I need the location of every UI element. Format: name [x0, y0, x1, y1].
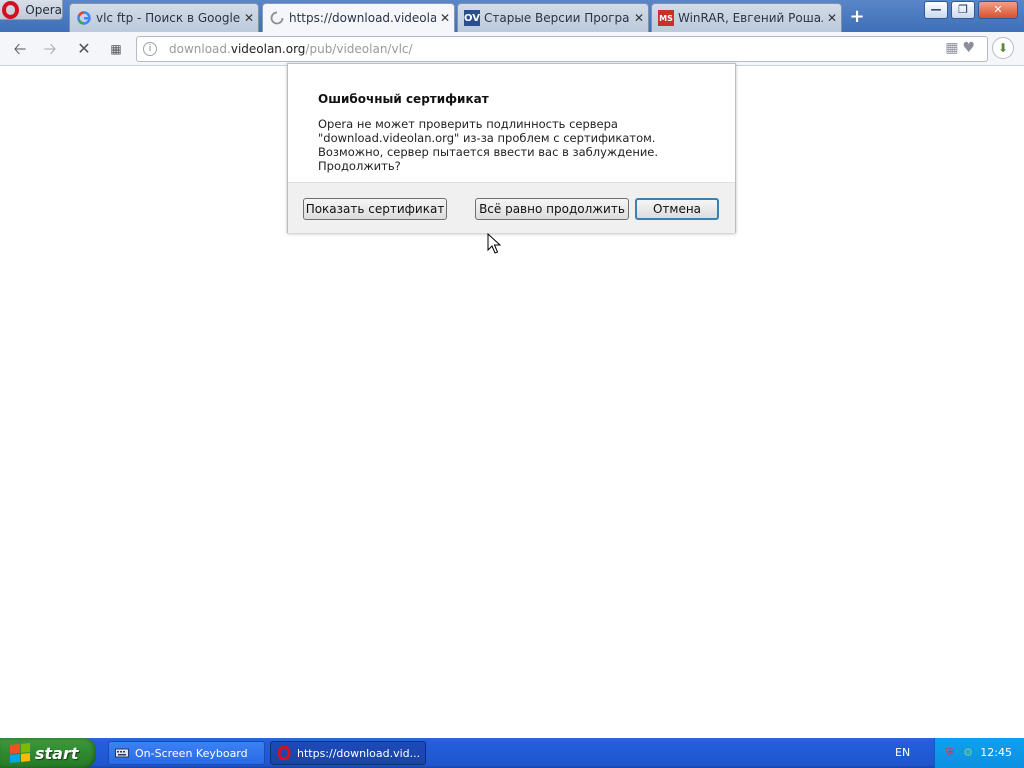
stop-button[interactable]: ✕ [72, 37, 96, 61]
tab-google-search[interactable]: vlc ftp - Поиск в Google ✕ [69, 3, 259, 32]
url-host-prefix: download. [169, 42, 231, 56]
show-certificate-button[interactable]: Показать сертификат [303, 198, 447, 220]
taskbar-item-label: On-Screen Keyboard [135, 746, 248, 760]
download-icon: ⬇ [997, 41, 1009, 55]
start-label: start [35, 743, 79, 763]
taskbar-item-keyboard[interactable]: On-Screen Keyboard [108, 741, 265, 765]
tab-bar: Opera vlc ftp - Поиск в Google ✕ https:/… [0, 0, 1024, 32]
forward-arrow-icon: 🡢 [43, 39, 57, 58]
opera-menu-label: Opera [25, 2, 62, 17]
close-icon[interactable]: ✕ [240, 11, 258, 25]
opera-menu-button[interactable]: Opera [0, 0, 63, 20]
tab-videolan[interactable]: https://download.videolan ✕ [262, 3, 455, 32]
navigation-bar: 🡠 🡢 ✕ ▦ i download.videolan.org/pub/vide… [0, 32, 1024, 66]
mouse-cursor-icon [487, 233, 501, 254]
grid-view-icon[interactable]: ▦ [945, 40, 962, 56]
taskbar-item-label: https://download.vid... [297, 746, 421, 760]
minimize-button[interactable]: — [924, 1, 948, 19]
taskbar: start On-Screen Keyboard https://downloa… [0, 738, 1024, 768]
close-window-button[interactable]: ✕ [978, 1, 1018, 19]
speed-dial-button[interactable]: ▦ [104, 37, 128, 61]
taskbar-item-opera[interactable]: https://download.vid... [270, 741, 426, 765]
windows-logo-icon [10, 742, 30, 764]
url-path: /pub/videolan/vlc/ [305, 42, 413, 56]
back-arrow-icon: 🡠 [13, 39, 27, 58]
close-icon[interactable]: ✕ [436, 11, 454, 25]
cancel-button[interactable]: Отмена [635, 198, 719, 220]
tab-title: https://download.videolan [289, 11, 436, 25]
dialog-footer: Показать сертификат Всё равно продолжить… [288, 182, 735, 233]
back-button[interactable]: 🡠 [8, 37, 32, 61]
google-icon [76, 10, 92, 26]
system-tray: ⛨ ⚙ 12:45 [934, 738, 1024, 768]
url-host: videolan.org [230, 42, 306, 56]
tab-title: vlc ftp - Поиск в Google [96, 11, 240, 25]
download-button[interactable]: ⬇ [992, 37, 1014, 59]
restore-icon: ❐ [958, 3, 968, 16]
continue-anyway-button[interactable]: Всё равно продолжить [475, 198, 629, 220]
shield-icon[interactable]: ⛨ [943, 746, 957, 760]
address-bar-actions: ▦♥ [945, 40, 979, 56]
dialog-title: Ошибочный сертификат [318, 92, 489, 106]
new-tab-button[interactable]: + [846, 6, 868, 28]
close-icon[interactable]: ✕ [823, 11, 841, 25]
opera-icon [277, 745, 291, 761]
url-text: download.videolan.org/pub/videolan/vlc/ [169, 42, 413, 56]
loading-spinner-icon [269, 10, 285, 26]
tab-title: Старые Версии Програм [484, 11, 630, 25]
keyboard-icon [115, 746, 129, 760]
ov-site-icon: OV [464, 10, 480, 26]
close-icon[interactable]: ✕ [630, 11, 648, 25]
site-info-icon[interactable]: i [143, 42, 157, 56]
tab-title: WinRAR, Евгений Рошал [678, 11, 823, 25]
network-icon[interactable]: ⚙ [961, 746, 975, 760]
clock: 12:45 [980, 746, 1012, 759]
close-window-icon: ✕ [993, 3, 1003, 16]
forward-button[interactable]: 🡢 [38, 37, 62, 61]
heart-icon[interactable]: ♥ [962, 40, 979, 56]
opera-logo-icon [2, 0, 20, 19]
language-indicator[interactable]: EN [895, 746, 910, 759]
restore-button[interactable]: ❐ [951, 1, 975, 19]
grid-icon: ▦ [110, 42, 122, 56]
ms-site-icon: MS [658, 10, 674, 26]
tab-old-versions[interactable]: OV Старые Версии Програм ✕ [457, 3, 649, 32]
dialog-message: Opera не может проверить подлинность сер… [318, 117, 659, 173]
certificate-error-dialog: Ошибочный сертификат Opera не может пров… [287, 63, 736, 233]
minimize-icon: — [930, 3, 942, 16]
address-bar[interactable]: i download.videolan.org/pub/videolan/vlc… [136, 36, 988, 62]
stop-icon: ✕ [77, 39, 91, 58]
tab-winrar[interactable]: MS WinRAR, Евгений Рошал ✕ [651, 3, 842, 32]
start-button[interactable]: start [0, 738, 96, 768]
